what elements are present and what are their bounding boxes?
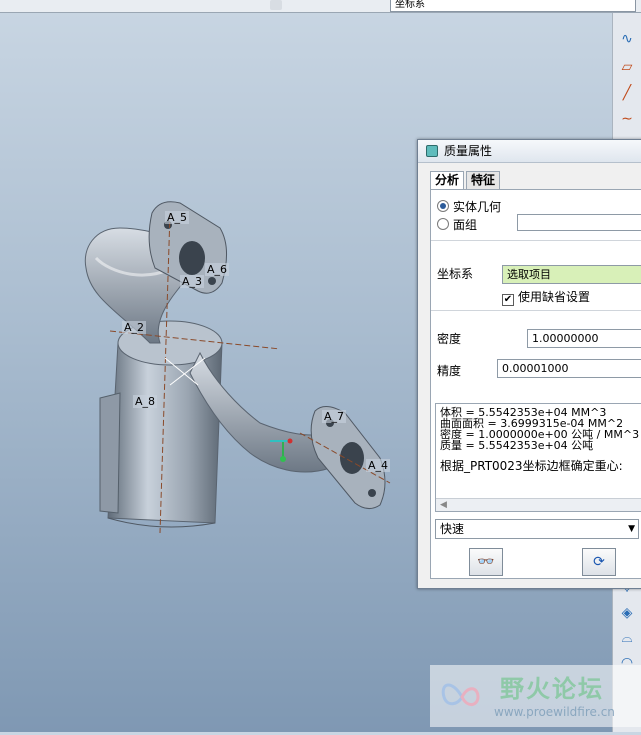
style-surface-icon[interactable]: ⌓: [617, 628, 637, 648]
solid-radio[interactable]: [437, 200, 449, 212]
quilt-radio[interactable]: [437, 218, 449, 230]
watermark-name: 野火论坛: [500, 675, 604, 703]
datum-label-a2[interactable]: A_2: [122, 321, 147, 334]
coordinate-field[interactable]: 坐标系: [390, 0, 636, 12]
mass-properties-dialog: 质量属性 分析 特征 实体几何 面组 坐标系 选取项目 ✔ 使用缺省设置 密度 1…: [417, 139, 641, 589]
datum-axis-icon[interactable]: ╱: [617, 83, 637, 103]
recompute-button[interactable]: ⟳: [582, 548, 616, 576]
divider: [431, 310, 641, 311]
datum-label-a7[interactable]: A_7: [322, 410, 347, 423]
accuracy-input[interactable]: 0.00001000: [497, 359, 641, 378]
butterfly-logo-icon: [441, 683, 480, 706]
accuracy-label: 精度: [437, 364, 462, 378]
sketch-curve-icon[interactable]: ∿: [617, 29, 637, 49]
top-toolbar: 坐标系: [0, 0, 641, 13]
results-area[interactable]: 体积 = 5.5542353e+04 MM^3 曲面面积 = 3.6999315…: [435, 403, 641, 512]
tab-analysis[interactable]: 分析: [430, 171, 465, 190]
datum-label-a6[interactable]: A_6: [205, 263, 230, 276]
watermark: 野火论坛 www.proewildfire.cn: [430, 665, 641, 727]
analysis-panel: 实体几何 面组 坐标系 选取项目 ✔ 使用缺省设置 密度 1.00000000 精…: [430, 189, 641, 579]
scroll-left-icon[interactable]: ◀: [440, 500, 447, 510]
dialog-title: 质量属性: [444, 144, 493, 158]
result-center-of-gravity: 根据_PRT0023坐标边框确定重心:: [440, 459, 623, 473]
tab-feature[interactable]: 特征: [466, 171, 501, 189]
divider: [431, 240, 641, 241]
datum-label-a5[interactable]: A_5: [165, 211, 190, 224]
coord-label: 坐标系: [437, 267, 474, 281]
density-label: 密度: [437, 332, 462, 346]
dialog-title-bar[interactable]: 质量属性: [418, 140, 641, 163]
chevron-down-icon[interactable]: ▼: [628, 520, 635, 538]
results-horizontal-scrollbar[interactable]: ◀: [436, 498, 641, 511]
result-blank: [436, 451, 641, 459]
result-mass: 质量 = 5.5542353e+04 公吨: [440, 439, 594, 452]
toolbar-button[interactable]: [270, 0, 282, 10]
quilt-option[interactable]: 面组: [437, 216, 477, 233]
coord-selector[interactable]: 选取项目: [502, 265, 641, 284]
datum-label-a3[interactable]: A_3: [180, 275, 205, 288]
datum-label-a4[interactable]: A_4: [366, 459, 391, 472]
mode-select[interactable]: 快速 ▼: [435, 519, 639, 539]
use-default-option[interactable]: ✔ 使用缺省设置: [502, 288, 590, 306]
datum-label-a8[interactable]: A_8: [133, 395, 158, 408]
datum-plane-icon[interactable]: ▱: [617, 57, 637, 77]
solid-geometry-option[interactable]: 实体几何: [437, 198, 501, 215]
density-input[interactable]: 1.00000000: [527, 329, 641, 348]
preview-button[interactable]: 👓: [469, 548, 503, 576]
dialog-app-icon: [426, 145, 438, 157]
watermark-url: www.proewildfire.cn: [494, 705, 615, 719]
glasses-icon: 👓: [477, 554, 495, 570]
refresh-icon: ⟳: [593, 554, 605, 570]
use-default-checkbox[interactable]: ✔: [502, 294, 514, 306]
boundary-blend-icon[interactable]: ◈: [617, 603, 637, 623]
datum-curve-icon[interactable]: ∼: [617, 109, 637, 129]
quilt-selector[interactable]: [517, 214, 641, 231]
